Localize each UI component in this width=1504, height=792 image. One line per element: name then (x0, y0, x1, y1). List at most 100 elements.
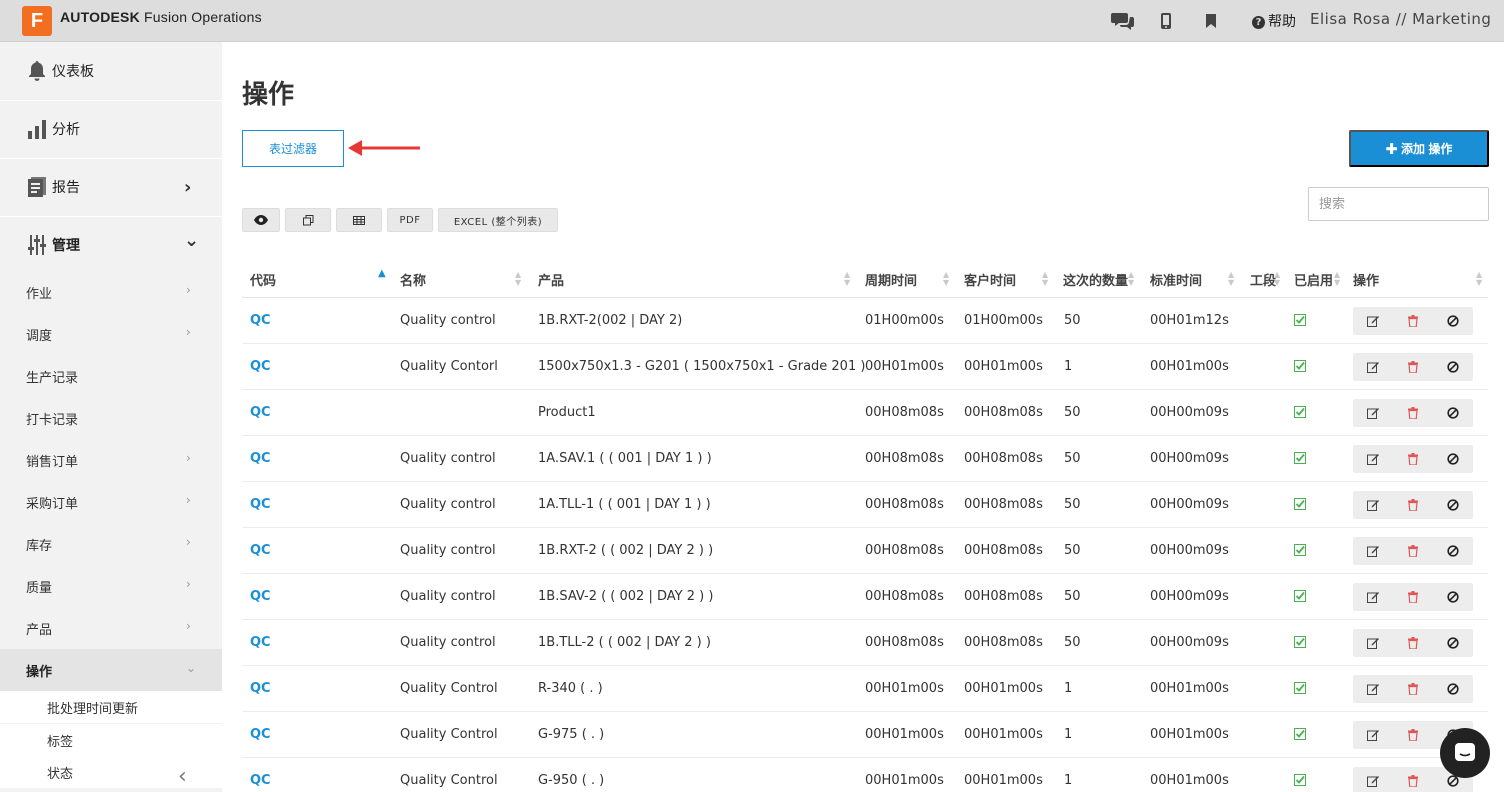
mobile-icon[interactable] (1153, 8, 1179, 34)
sidebar-item-manage[interactable]: 管理 ⌄ (0, 216, 222, 274)
cell-code[interactable]: QC (250, 497, 271, 512)
pdf-export-button[interactable]: PDF (387, 208, 433, 232)
edit-icon[interactable] (1366, 728, 1380, 742)
edit-icon[interactable] (1366, 314, 1380, 328)
sort-icon[interactable]: ▲ ▼ (1476, 271, 1482, 287)
cell-code[interactable]: QC (250, 405, 271, 420)
sidebar-item-analytics[interactable]: 分析 (0, 100, 222, 158)
sort-icon[interactable]: ▲ ▼ (1128, 271, 1134, 287)
sort-icon[interactable]: ▲ ▼ (515, 271, 521, 287)
sidebar-item-schedule[interactable]: 调度 › (0, 313, 222, 355)
delete-icon[interactable] (1406, 406, 1420, 420)
sidebar-item-products[interactable]: 产品 › (0, 607, 222, 649)
brand-name[interactable]: AUTODESK Fusion Operations (60, 9, 262, 25)
cell-code[interactable]: QC (250, 543, 271, 558)
sidebar-item-jobs[interactable]: 作业 › (0, 271, 222, 313)
sidebar-item-dashboard[interactable]: 仪表板 (0, 42, 222, 100)
disable-icon[interactable] (1446, 544, 1460, 558)
sidebar-item-production-records[interactable]: 生产记录 (0, 355, 222, 397)
search-input[interactable] (1308, 187, 1489, 221)
sidebar-item-sales-orders[interactable]: 销售订单 › (0, 439, 222, 481)
delete-icon[interactable] (1406, 728, 1420, 742)
csv-button[interactable] (336, 208, 382, 232)
sort-asc-icon[interactable]: ▲ (378, 269, 386, 279)
disable-icon[interactable] (1446, 314, 1460, 328)
cell-code[interactable]: QC (250, 589, 271, 604)
delete-icon[interactable] (1406, 452, 1420, 466)
sidebar-item-purchase-orders[interactable]: 采购订单 › (0, 481, 222, 523)
sidebar-item-reports[interactable]: 报告 › (0, 158, 222, 216)
collapse-sidebar-icon[interactable]: ‹ (178, 764, 187, 789)
delete-icon[interactable] (1406, 314, 1420, 328)
row-actions (1353, 445, 1473, 473)
sort-icon[interactable]: ▲ ▼ (1228, 271, 1234, 287)
delete-icon[interactable] (1406, 590, 1420, 604)
sort-icon[interactable]: ▲ ▼ (1042, 271, 1048, 287)
edit-icon[interactable] (1366, 406, 1380, 420)
sidebar-item-operations[interactable]: 操作 ⌄ (0, 649, 222, 691)
delete-icon[interactable] (1406, 774, 1420, 788)
sidebar-item-quality[interactable]: 质量 › (0, 565, 222, 607)
disable-icon[interactable] (1446, 682, 1460, 696)
column-header-cycle-time[interactable]: 周期时间 (865, 270, 917, 289)
cell-code[interactable]: QC (250, 359, 271, 374)
column-header-code[interactable]: 代码 (250, 270, 276, 289)
sort-icon[interactable]: ▲ ▼ (1274, 271, 1280, 287)
sidebar-item-tags[interactable]: 标签 (0, 724, 222, 756)
table-filter-button[interactable]: 表过滤器 (242, 130, 344, 167)
column-header-customer-time[interactable]: 客户时间 (964, 270, 1016, 289)
sidebar-item-status[interactable]: 状态 (0, 756, 222, 788)
column-header-name[interactable]: 名称 (400, 270, 426, 289)
cell-code[interactable]: QC (250, 681, 271, 696)
excel-export-button[interactable]: EXCEL (整个列表) (438, 208, 558, 232)
column-visibility-button[interactable] (242, 208, 280, 232)
edit-icon[interactable] (1366, 636, 1380, 650)
copy-button[interactable] (285, 208, 331, 232)
column-header-enabled[interactable]: 已启用 (1294, 270, 1333, 289)
user-menu[interactable]: Elisa Rosa // Marketing (1310, 10, 1491, 28)
cell-customer-time: 00H08m08s (964, 497, 1043, 512)
disable-icon[interactable] (1446, 452, 1460, 466)
sort-icon[interactable]: ▲ ▼ (1334, 271, 1340, 287)
edit-icon[interactable] (1366, 682, 1380, 696)
cell-code[interactable]: QC (250, 773, 271, 788)
delete-icon[interactable] (1406, 544, 1420, 558)
cell-name: Quality control (400, 543, 496, 558)
disable-icon[interactable] (1446, 590, 1460, 604)
sort-icon[interactable]: ▲ ▼ (943, 271, 949, 287)
column-header-section[interactable]: 工段 (1250, 270, 1276, 289)
sidebar-item-clock-records[interactable]: 打卡记录 (0, 397, 222, 439)
column-header-quantity[interactable]: 这次的数量 (1063, 270, 1128, 289)
disable-icon[interactable] (1446, 360, 1460, 374)
edit-icon[interactable] (1366, 452, 1380, 466)
edit-icon[interactable] (1366, 360, 1380, 374)
disable-icon[interactable] (1446, 406, 1460, 420)
bookmark-icon[interactable] (1198, 8, 1224, 34)
cell-code[interactable]: QC (250, 313, 271, 328)
sort-icon[interactable]: ▲ ▼ (844, 271, 850, 287)
cell-code[interactable]: QC (250, 451, 271, 466)
edit-icon[interactable] (1366, 544, 1380, 558)
add-operation-button[interactable]: ✚ 添加 操作 (1349, 130, 1489, 167)
delete-icon[interactable] (1406, 636, 1420, 650)
fusion-logo-icon[interactable]: F (22, 6, 52, 36)
chat-launcher-button[interactable] (1440, 728, 1490, 778)
delete-icon[interactable] (1406, 682, 1420, 696)
disable-icon[interactable] (1446, 636, 1460, 650)
help-link[interactable]: ? 帮助 (1252, 11, 1296, 31)
sidebar-item-label: 产品 (26, 623, 53, 638)
cell-customer-time: 00H08m08s (964, 589, 1043, 604)
edit-icon[interactable] (1366, 774, 1380, 788)
chat-icon[interactable] (1110, 8, 1136, 34)
edit-icon[interactable] (1366, 498, 1380, 512)
sidebar-item-batch-time-update[interactable]: 批处理时间更新 (0, 691, 222, 723)
edit-icon[interactable] (1366, 590, 1380, 604)
cell-code[interactable]: QC (250, 727, 271, 742)
column-header-product[interactable]: 产品 (538, 270, 564, 289)
cell-code[interactable]: QC (250, 635, 271, 650)
disable-icon[interactable] (1446, 498, 1460, 512)
delete-icon[interactable] (1406, 498, 1420, 512)
delete-icon[interactable] (1406, 360, 1420, 374)
sidebar-item-inventory[interactable]: 库存 › (0, 523, 222, 565)
column-header-standard-time[interactable]: 标准时间 (1150, 270, 1202, 289)
